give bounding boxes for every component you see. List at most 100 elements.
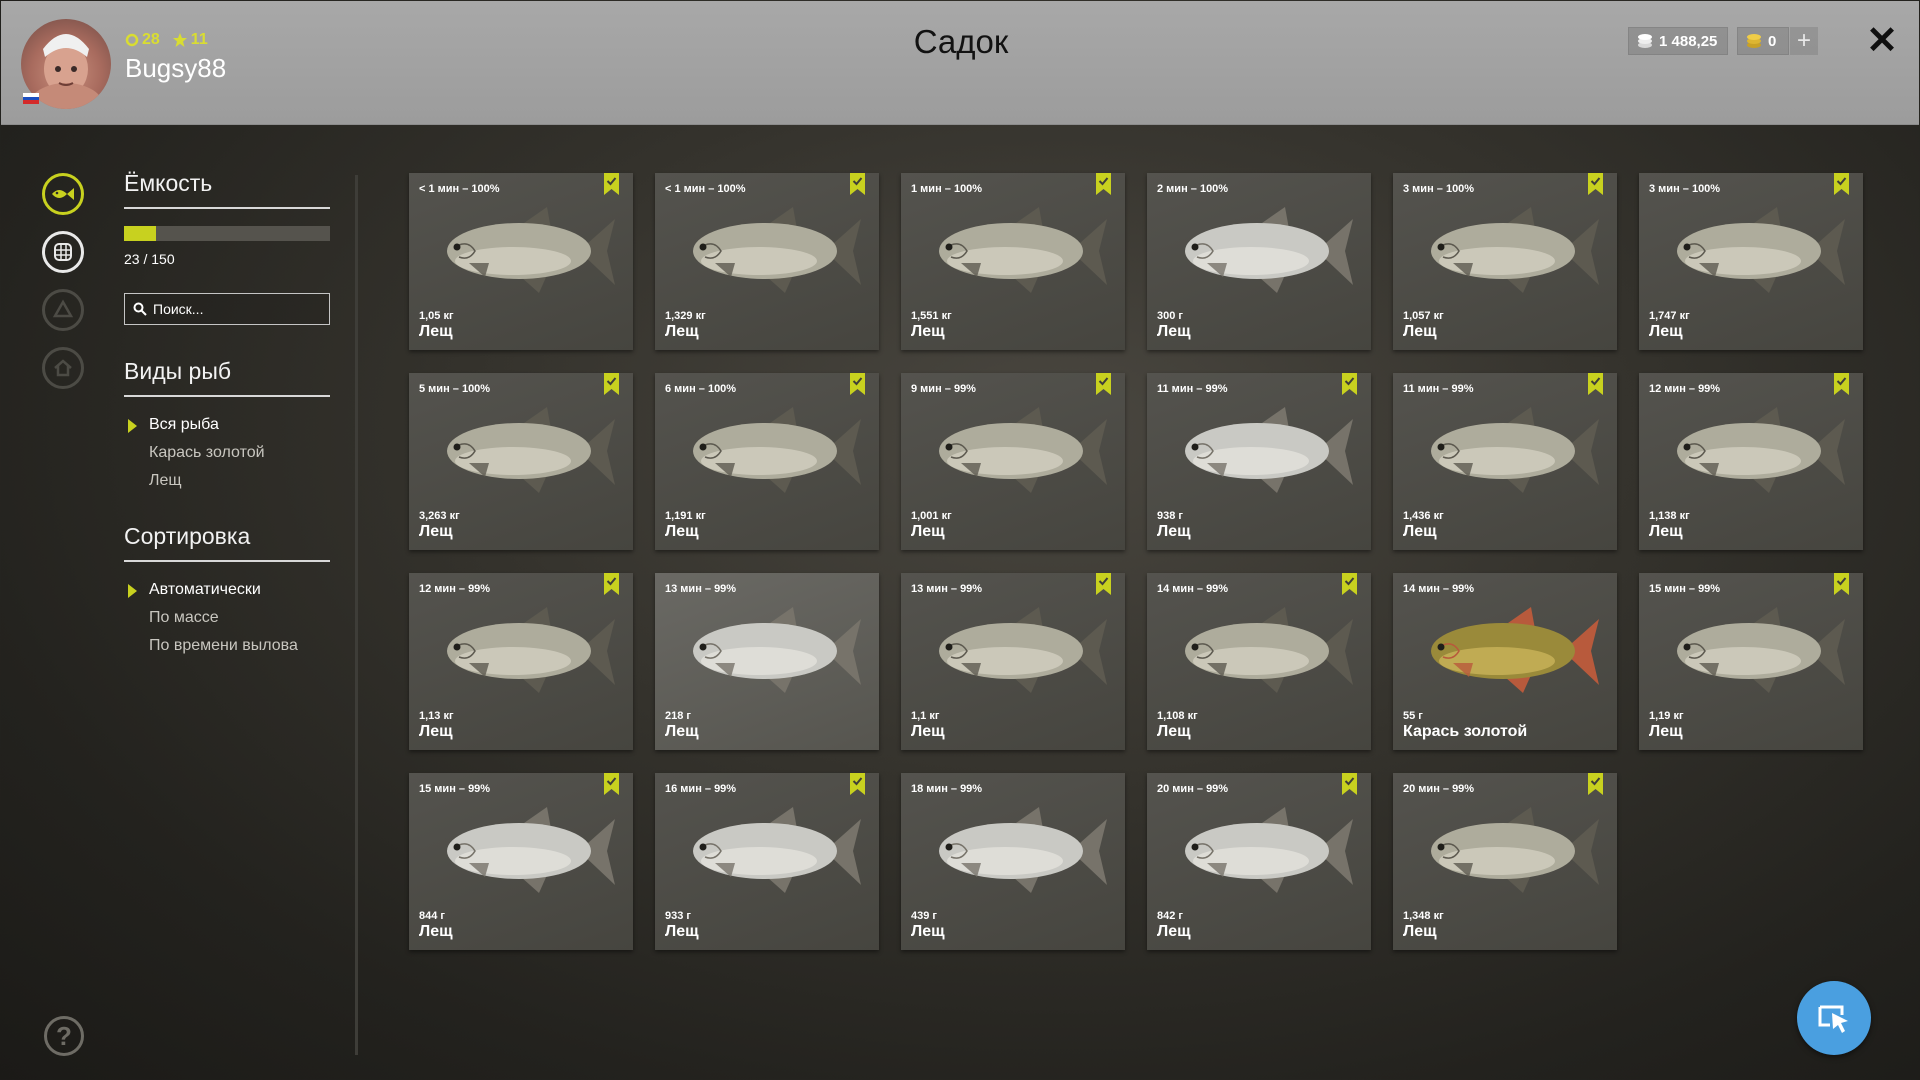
species-option-label: Карась золотой <box>149 444 265 461</box>
bream-image <box>1659 201 1849 301</box>
bookmark-icon[interactable] <box>850 373 865 395</box>
cursor-mode-icon <box>1818 1005 1848 1033</box>
fish-card[interactable]: 12 мин – 99% 1,13 кг Лещ <box>409 573 633 750</box>
bookmark-icon[interactable] <box>604 573 619 595</box>
fish-card[interactable]: 5 мин – 100% 3,263 кг Лещ <box>409 373 633 550</box>
bookmark-icon[interactable] <box>1342 373 1357 395</box>
capacity-text: 23 / 150 <box>124 251 175 267</box>
species-option-label: Вся рыба <box>149 416 219 433</box>
bookmark-icon[interactable] <box>604 773 619 795</box>
catch-time-freshness: 2 мин – 100% <box>1157 183 1229 195</box>
plus-icon: + <box>1796 27 1811 54</box>
catch-time-freshness: < 1 мин – 100% <box>419 183 500 195</box>
bream-image <box>675 801 865 901</box>
sort-option-label: По массе <box>149 609 219 626</box>
bookmark-icon[interactable] <box>1834 173 1849 195</box>
bookmark-icon[interactable] <box>1588 173 1603 195</box>
bookmark-icon[interactable] <box>604 173 619 195</box>
bookmark-icon[interactable] <box>1834 373 1849 395</box>
fish-card[interactable]: 13 мин – 99% 1,1 кг Лещ <box>901 573 1125 750</box>
fish-name: Лещ <box>665 723 699 740</box>
bookmark-icon[interactable] <box>1342 573 1357 595</box>
sort-option[interactable]: По массе <box>124 604 330 632</box>
fish-name: Лещ <box>419 923 453 940</box>
player-username: Bugsy88 <box>125 53 227 83</box>
rail-keepnet-button[interactable] <box>42 231 84 273</box>
silver-amount: 1 488,25 <box>1659 32 1718 50</box>
bream-image <box>1659 601 1849 701</box>
fish-card[interactable]: 3 мин – 100% 1,057 кг Лещ <box>1393 173 1617 350</box>
species-option[interactable]: Вся рыба <box>124 411 330 439</box>
fish-card[interactable]: < 1 мин – 100% 1,329 кг Лещ <box>655 173 879 350</box>
fish-card[interactable]: 11 мин – 99% 938 г Лещ <box>1147 373 1371 550</box>
fish-name: Лещ <box>665 523 699 540</box>
bookmark-icon[interactable] <box>1588 773 1603 795</box>
rail-boat-button[interactable] <box>42 289 84 331</box>
fish-card[interactable]: 2 мин – 100% 300 г Лещ <box>1147 173 1371 350</box>
fish-weight: 3,263 кг <box>419 510 460 522</box>
fish-card[interactable]: 13 мин – 99% 218 г Лещ <box>655 573 879 750</box>
fish-card[interactable]: 20 мин – 99% 1,348 кг Лещ <box>1393 773 1617 950</box>
fish-card[interactable]: 11 мин – 99% 1,436 кг Лещ <box>1393 373 1617 550</box>
catch-time-freshness: 3 мин – 100% <box>1403 183 1475 195</box>
species-option-label: Лещ <box>149 472 182 489</box>
sort-option-label: По времени вылова <box>149 637 298 654</box>
fish-card[interactable]: 3 мин – 100% 1,747 кг Лещ <box>1639 173 1863 350</box>
fish-card[interactable]: 20 мин – 99% 842 г Лещ <box>1147 773 1371 950</box>
fish-name: Лещ <box>911 523 945 540</box>
rail-home-button[interactable] <box>42 347 84 389</box>
bream-image <box>1167 401 1357 501</box>
bookmark-icon[interactable] <box>1342 773 1357 795</box>
boat-icon <box>52 299 74 318</box>
bookmark-icon[interactable] <box>604 373 619 395</box>
fish-weight: 1,191 кг <box>665 510 706 522</box>
home-icon <box>54 359 72 377</box>
fish-card[interactable]: < 1 мин – 100% 1,05 кг Лещ <box>409 173 633 350</box>
fish-weight: 300 г <box>1157 310 1183 322</box>
fish-name: Лещ <box>1649 523 1683 540</box>
catch-time-freshness: 11 мин – 99% <box>1157 383 1228 395</box>
bookmark-icon[interactable] <box>1096 573 1111 595</box>
sort-option[interactable]: Автоматически <box>124 576 330 604</box>
fish-card[interactable]: 15 мин – 99% 844 г Лещ <box>409 773 633 950</box>
search-placeholder: Поиск... <box>153 301 204 317</box>
bookmark-icon[interactable] <box>850 773 865 795</box>
fish-name: Лещ <box>911 923 945 940</box>
sort-option-label: Автоматически <box>149 581 261 598</box>
species-option[interactable]: Карась золотой <box>124 439 330 467</box>
fish-card[interactable]: 12 мин – 99% 1,138 кг Лещ <box>1639 373 1863 550</box>
catch-time-freshness: 18 мин – 99% <box>911 783 983 795</box>
help-button[interactable]: ? <box>44 1016 84 1056</box>
add-currency-button[interactable]: + <box>1790 27 1818 55</box>
fish-weight: 55 г <box>1403 710 1423 722</box>
search-input[interactable]: Поиск... <box>124 293 330 325</box>
fish-weight: 1,001 кг <box>911 510 952 522</box>
catch-time-freshness: 13 мин – 99% <box>665 583 737 595</box>
bream-image <box>1167 201 1357 301</box>
fish-weight: 1,747 кг <box>1649 310 1690 322</box>
fish-weight: 1,138 кг <box>1649 510 1690 522</box>
fish-card[interactable]: 18 мин – 99% 439 г Лещ <box>901 773 1125 950</box>
fish-card[interactable]: 16 мин – 99% 933 г Лещ <box>655 773 879 950</box>
fish-card[interactable]: 1 мин – 100% 1,551 кг Лещ <box>901 173 1125 350</box>
bookmark-icon[interactable] <box>1096 173 1111 195</box>
fish-name: Лещ <box>1403 323 1437 340</box>
fish-card[interactable]: 14 мин – 99% 1,108 кг Лещ <box>1147 573 1371 750</box>
fish-name: Лещ <box>911 723 945 740</box>
fish-weight: 1,13 кг <box>419 710 454 722</box>
bookmark-icon[interactable] <box>1834 573 1849 595</box>
cursor-mode-button[interactable] <box>1797 981 1871 1055</box>
rail-fish-button[interactable] <box>42 173 84 215</box>
fish-card[interactable]: 14 мин – 99% 55 г Карась золотой <box>1393 573 1617 750</box>
capacity-title: Ёмкость <box>124 170 330 209</box>
bookmark-icon[interactable] <box>1588 373 1603 395</box>
fish-card[interactable]: 15 мин – 99% 1,19 кг Лещ <box>1639 573 1863 750</box>
fish-card[interactable]: 6 мин – 100% 1,191 кг Лещ <box>655 373 879 550</box>
sort-option[interactable]: По времени вылова <box>124 632 330 660</box>
bookmark-icon[interactable] <box>1096 373 1111 395</box>
fish-card[interactable]: 9 мин – 99% 1,001 кг Лещ <box>901 373 1125 550</box>
bookmark-icon[interactable] <box>850 173 865 195</box>
fish-weight: 844 г <box>419 910 445 922</box>
species-option[interactable]: Лещ <box>124 467 330 495</box>
close-button[interactable]: ✕ <box>1865 21 1899 61</box>
